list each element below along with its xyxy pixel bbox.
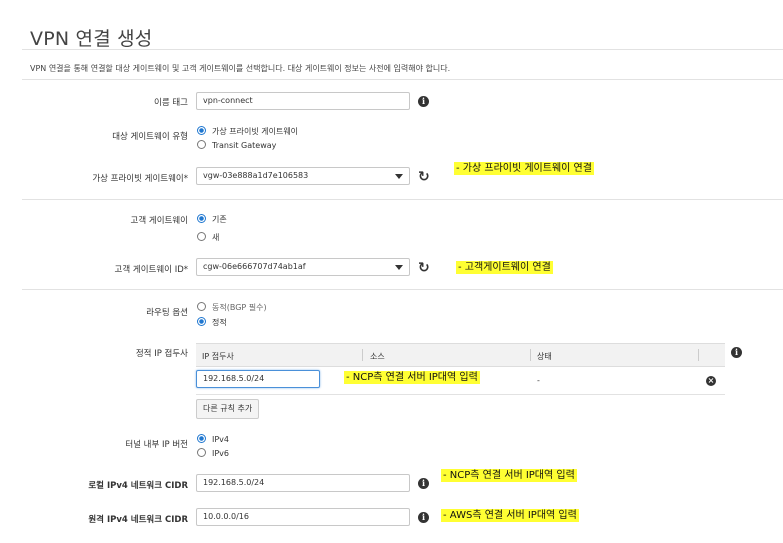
info-icon[interactable]: i: [731, 347, 742, 358]
vgw-select-value: vgw-03e888a1d7e106583: [203, 171, 309, 180]
tunnel-ip-version-label: 터널 내부 IP 버전: [125, 440, 188, 450]
radio-existing-label: 기존: [212, 215, 227, 224]
target-gateway-type-label: 대상 게이트웨이 유형: [112, 132, 188, 142]
radio-ipv6-label: IPv6: [212, 449, 230, 458]
prefix-table-header: [196, 343, 725, 367]
annotation-prefix: - NCP측 연결 서버 IP대역 입력: [344, 371, 480, 384]
add-rule-button[interactable]: 다른 규칙 추가: [196, 399, 260, 419]
refresh-icon[interactable]: ↻: [418, 170, 430, 184]
radio-existing[interactable]: [197, 214, 206, 223]
radio-vgw-label: 가상 프라이빗 게이트웨이: [212, 127, 299, 136]
routing-options-label: 라우팅 옵션: [146, 308, 188, 318]
annotation-remote: - AWS측 연결 서버 IP대역 입력: [441, 509, 579, 522]
customer-gateway-label: 고객 게이트웨이: [130, 216, 188, 226]
cgw-id-select[interactable]: cgw-06e666707d74ab1af: [196, 258, 410, 276]
annotation-local: - NCP측 연결 서버 IP대역 입력: [441, 469, 577, 482]
cgw-id-select-value: cgw-06e666707d74ab1af: [203, 262, 306, 271]
vgw-label: 가상 프라이빗 게이트웨이*: [92, 174, 188, 184]
title-divider: [22, 49, 783, 50]
page-title: VPN 연결 생성: [30, 28, 153, 50]
info-icon[interactable]: i: [418, 512, 429, 523]
radio-static-label: 정적: [212, 318, 227, 327]
info-icon[interactable]: i: [418, 96, 429, 107]
radio-ipv4-label: IPv4: [212, 435, 230, 444]
row-divider: [196, 394, 725, 395]
radio-dynamic[interactable]: [197, 302, 206, 311]
refresh-icon[interactable]: ↻: [418, 261, 430, 275]
vgw-select[interactable]: vgw-03e888a1d7e106583: [196, 167, 410, 185]
radio-static[interactable]: [197, 317, 206, 326]
column-ip-prefix: IP 접두사: [202, 352, 234, 361]
info-icon[interactable]: i: [418, 478, 429, 489]
static-ip-prefix-label: 정적 IP 접두사: [135, 349, 188, 359]
section-divider: [22, 289, 783, 290]
page-description: VPN 연결을 통해 연결할 대상 게이트웨이 및 고객 게이트웨이를 선택합니…: [30, 64, 451, 73]
radio-transit-gateway-label: Transit Gateway: [212, 141, 277, 150]
column-source: 소스: [370, 352, 385, 361]
annotation-cgw: - 고객게이트웨이 연결: [456, 261, 553, 274]
remote-cidr-input[interactable]: 10.0.0.0/16: [196, 508, 410, 526]
name-tag-label: 이름 태그: [154, 98, 188, 108]
column-divider: [530, 349, 531, 361]
annotation-vgw: - 가상 프라이빗 게이트웨이 연결: [454, 162, 594, 175]
description-divider: [22, 79, 783, 80]
remote-cidr-label: 원격 IPv4 네트워크 CIDR: [88, 515, 188, 525]
column-divider: [362, 349, 363, 361]
radio-new-label: 새: [212, 233, 220, 242]
radio-new[interactable]: [197, 232, 206, 241]
name-tag-input[interactable]: vpn-connect: [196, 92, 410, 110]
local-cidr-input[interactable]: 192.168.5.0/24: [196, 474, 410, 492]
radio-dynamic-label: 동적(BGP 필수): [212, 303, 267, 312]
radio-transit-gateway[interactable]: [197, 140, 206, 149]
remove-icon[interactable]: ×: [706, 376, 716, 386]
radio-ipv4[interactable]: [197, 434, 206, 443]
prefix-status: -: [537, 376, 540, 385]
cgw-id-label: 고객 게이트웨이 ID*: [114, 265, 188, 275]
radio-vgw[interactable]: [197, 126, 206, 135]
column-status: 상태: [537, 352, 552, 361]
radio-ipv6[interactable]: [197, 448, 206, 457]
local-cidr-label: 로컬 IPv4 네트워크 CIDR: [88, 481, 188, 491]
ip-prefix-input[interactable]: 192.168.5.0/24: [196, 370, 320, 388]
section-divider: [22, 199, 783, 200]
column-divider: [698, 349, 699, 361]
